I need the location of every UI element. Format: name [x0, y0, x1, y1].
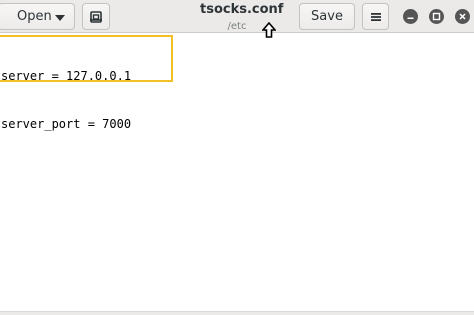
- save-button[interactable]: Save: [299, 3, 355, 30]
- open-button[interactable]: Open: [0, 3, 75, 30]
- chevron-down-icon: [55, 15, 65, 21]
- gedit-window: Open tsocks.conf /etc Save server = 127.…: [0, 0, 474, 315]
- close-icon: [459, 13, 466, 20]
- mouse-pointer-icon: [262, 22, 276, 38]
- minimize-icon: [407, 17, 414, 19]
- maximize-button[interactable]: [429, 9, 444, 24]
- bottom-strip: [0, 311, 474, 315]
- new-document-icon: [90, 10, 102, 23]
- editor-line[interactable]: server_port = 7000: [1, 116, 131, 132]
- text-editor[interactable]: server = 127.0.0.1 server_port = 7000: [0, 33, 474, 315]
- open-button-label: Open: [17, 9, 52, 24]
- window-title: tsocks.conf: [200, 2, 284, 17]
- header-bar: Open tsocks.conf /etc Save: [0, 0, 474, 33]
- minimize-button[interactable]: [403, 9, 418, 24]
- maximize-icon: [432, 12, 441, 21]
- new-document-button[interactable]: [82, 3, 110, 30]
- menu-button[interactable]: [362, 3, 389, 30]
- highlight-box: [0, 35, 173, 82]
- close-button[interactable]: [455, 9, 470, 24]
- hamburger-menu-icon: [370, 12, 381, 21]
